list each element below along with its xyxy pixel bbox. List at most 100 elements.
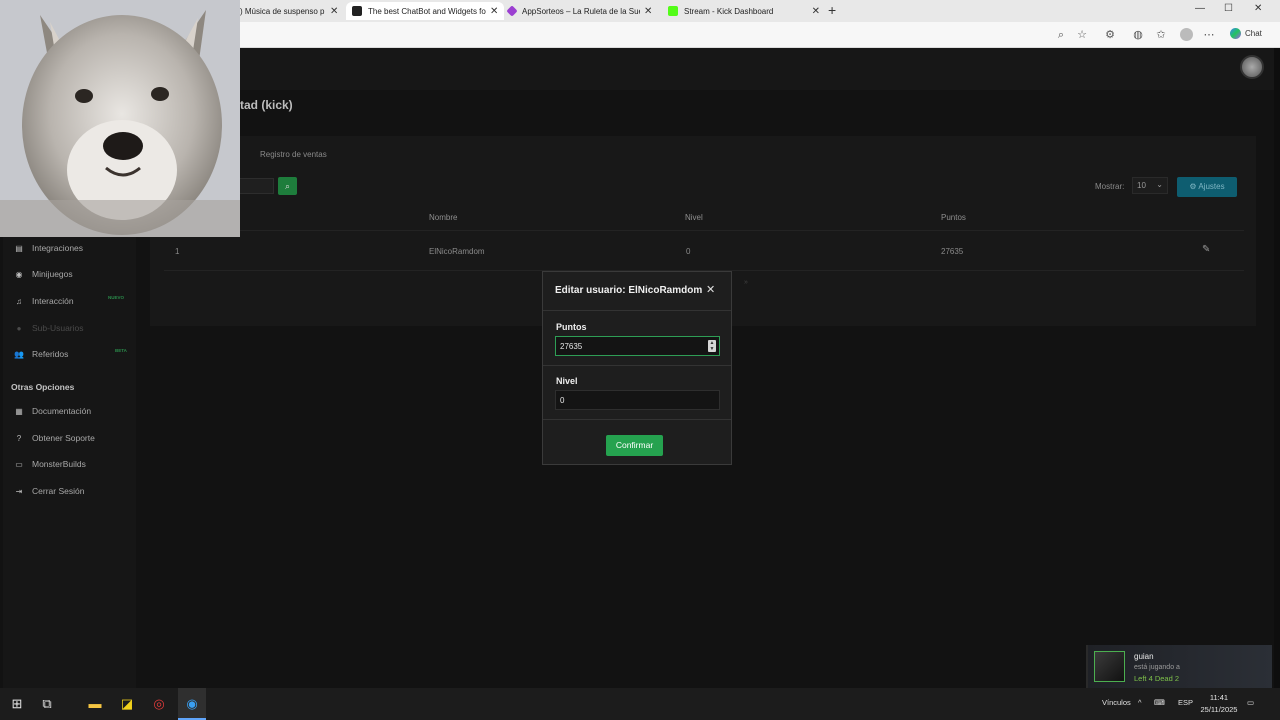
- sidebar-item-obtener-soporte[interactable]: ? Obtener Soporte: [3, 429, 136, 447]
- close-tab-icon[interactable]: ✕: [644, 6, 652, 17]
- close-tab-icon[interactable]: ✕: [330, 6, 338, 17]
- sidebar-item-minijuegos[interactable]: ◉ Minijuegos: [3, 265, 136, 283]
- edit-pencil-icon[interactable]: ✎: [1202, 244, 1210, 255]
- tab-registro-ventas[interactable]: Registro de ventas: [260, 150, 327, 159]
- column-header-nivel[interactable]: Nivel: [685, 213, 703, 222]
- sidebar-item-monsterbuilds[interactable]: ▭ MonsterBuilds: [3, 455, 136, 473]
- keyboard-icon[interactable]: ⌨: [1154, 698, 1165, 707]
- edge-taskbar-item[interactable]: ◉: [178, 688, 206, 720]
- row-puntos: 27635: [941, 247, 964, 256]
- tab-kick[interactable]: Stream - Kick Dashboard ✕: [668, 2, 820, 20]
- minimize-icon[interactable]: —: [1195, 3, 1205, 14]
- clock-date: 25/11/2025: [1200, 705, 1238, 714]
- sidebar-item-integraciones[interactable]: ▤ Integraciones: [3, 239, 136, 257]
- puntos-value: 27635: [560, 342, 583, 351]
- sidebar-item-interaccion[interactable]: ♫ Interacción NUEVO: [3, 292, 136, 310]
- sidebar-item-label: Minijuegos: [32, 269, 73, 279]
- chat-label: Chat: [1245, 29, 1262, 38]
- page-title: tad (kick): [240, 98, 293, 112]
- user-avatar[interactable]: [1240, 55, 1264, 79]
- appsorteos-icon: [506, 5, 518, 17]
- chevron-down-icon: ⌄: [1156, 180, 1163, 189]
- nivel-input[interactable]: 0: [555, 390, 720, 410]
- book-icon: ▦: [15, 406, 23, 416]
- favorite-star-icon[interactable]: ☆: [1076, 29, 1088, 41]
- modal-divider: [543, 419, 731, 420]
- integrations-icon: ▤: [15, 243, 23, 253]
- table-divider: [164, 230, 1244, 231]
- puntos-input[interactable]: 27635 ▲ ▼: [555, 336, 720, 356]
- logout-icon: ⇥: [15, 486, 23, 496]
- close-icon[interactable]: ✕: [706, 283, 715, 296]
- chevron-up-icon[interactable]: ^: [1138, 698, 1142, 707]
- sidebar-item-documentacion[interactable]: ▦ Documentación: [3, 402, 136, 420]
- sidebar: ▤ Integraciones ◉ Minijuegos ♫ Interacci…: [3, 236, 136, 688]
- tab-title: Stream - Kick Dashboard: [684, 6, 774, 16]
- extensions-icon[interactable]: ⚙: [1104, 29, 1116, 41]
- sidebar-item-label: Interacción: [32, 296, 74, 306]
- tab-chatbot[interactable]: The best ChatBot and Widgets fo ✕: [346, 2, 504, 20]
- chatbot-icon: [352, 6, 362, 16]
- clock[interactable]: 11:41 25/11/2025: [1198, 692, 1240, 716]
- sidebar-item-referidos[interactable]: 👥 Referidos BETA: [3, 345, 136, 363]
- help-icon: ?: [16, 433, 22, 443]
- profile-avatar[interactable]: [1180, 28, 1193, 41]
- steam-notification[interactable]: guian está jugando a Left 4 Dead 2: [1086, 645, 1272, 690]
- row-index: 1: [175, 247, 180, 256]
- language-label[interactable]: ESP: [1178, 698, 1193, 707]
- nuevo-badge: NUEVO: [108, 295, 125, 300]
- sidebar-item-sub-usuarios: ● Sub-Usuarios: [3, 319, 136, 337]
- search-icon[interactable]: ⌕: [1055, 29, 1067, 41]
- close-tab-icon[interactable]: ✕: [490, 6, 498, 17]
- mostrar-label: Mostrar:: [1095, 182, 1125, 191]
- edge-icon: ◉: [186, 696, 198, 711]
- more-menu-icon[interactable]: ⋯: [1203, 29, 1215, 41]
- clock-time: 11:41: [1209, 693, 1229, 702]
- sidebar-item-label: MonsterBuilds: [32, 459, 86, 469]
- row-nivel: 0: [686, 247, 691, 256]
- close-window-icon[interactable]: ✕: [1254, 3, 1262, 14]
- ajustes-button[interactable]: ⚙ Ajustes: [1177, 177, 1237, 197]
- sidebar-item-label: Obtener Soporte: [32, 433, 95, 443]
- music-icon: ♫: [16, 296, 22, 306]
- gamepad-icon: ◉: [15, 269, 23, 279]
- modal-title: Editar usuario: ElNicoRamdom: [555, 285, 703, 296]
- number-spinner[interactable]: ▲ ▼: [708, 340, 716, 352]
- mostrar-select[interactable]: 10 ⌄: [1132, 177, 1168, 194]
- taskbar: ⊞ ⧉ ▬ ◪ ◎ ◉ Vínculos ^ ⌨ ESP 11:41 25/11…: [0, 688, 1280, 720]
- links-label[interactable]: Vínculos: [1102, 698, 1131, 707]
- file-explorer-icon[interactable]: ▬: [86, 695, 104, 713]
- windows-start-icon[interactable]: ⊞: [8, 695, 26, 713]
- friend-avatar: [1094, 651, 1125, 682]
- notifications-icon[interactable]: ▭: [1247, 698, 1254, 707]
- ajustes-label: Ajustes: [1198, 182, 1225, 191]
- column-header-nombre[interactable]: Nombre: [429, 213, 457, 222]
- friend-name: guian: [1134, 652, 1154, 661]
- users-icon: ●: [16, 323, 22, 333]
- column-header-puntos[interactable]: Puntos: [941, 213, 966, 222]
- tab-appsorteos[interactable]: AppSorteos – La Ruleta de la Sue ✕: [506, 2, 662, 20]
- recorder-icon[interactable]: ◎: [150, 695, 168, 713]
- sidebar-item-label: Sub-Usuarios: [32, 323, 84, 333]
- pagination-next[interactable]: »: [744, 279, 748, 286]
- tab-youtube[interactable]: ) Música de suspenso p ✕: [240, 2, 344, 20]
- sidebar-item-label: Integraciones: [32, 243, 84, 253]
- new-tab-icon[interactable]: +: [828, 2, 836, 18]
- tracking-icon[interactable]: ◍: [1132, 29, 1144, 41]
- favorites-icon[interactable]: ✩: [1155, 29, 1167, 41]
- task-view-icon[interactable]: ⧉: [38, 695, 56, 713]
- maximize-icon[interactable]: ☐: [1224, 3, 1233, 14]
- tab-title: AppSorteos – La Ruleta de la Sue: [522, 6, 640, 16]
- kick-icon: [668, 6, 678, 16]
- nivel-label: Nivel: [556, 376, 578, 386]
- sticky-notes-icon[interactable]: ◪: [118, 695, 136, 713]
- sidebar-item-cerrar-sesion[interactable]: ⇥ Cerrar Sesión: [3, 482, 136, 500]
- copilot-chat-button[interactable]: Chat: [1230, 28, 1262, 39]
- beta-badge: BETA: [115, 348, 127, 353]
- confirm-button[interactable]: Confirmar: [606, 435, 663, 456]
- sidebar-item-label: Referidos: [32, 349, 69, 359]
- search-input[interactable]: [238, 178, 274, 194]
- search-button[interactable]: ⌕: [278, 177, 297, 195]
- edit-user-modal: Editar usuario: ElNicoRamdom ✕ Puntos 27…: [542, 271, 732, 465]
- close-tab-icon[interactable]: ✕: [812, 6, 820, 17]
